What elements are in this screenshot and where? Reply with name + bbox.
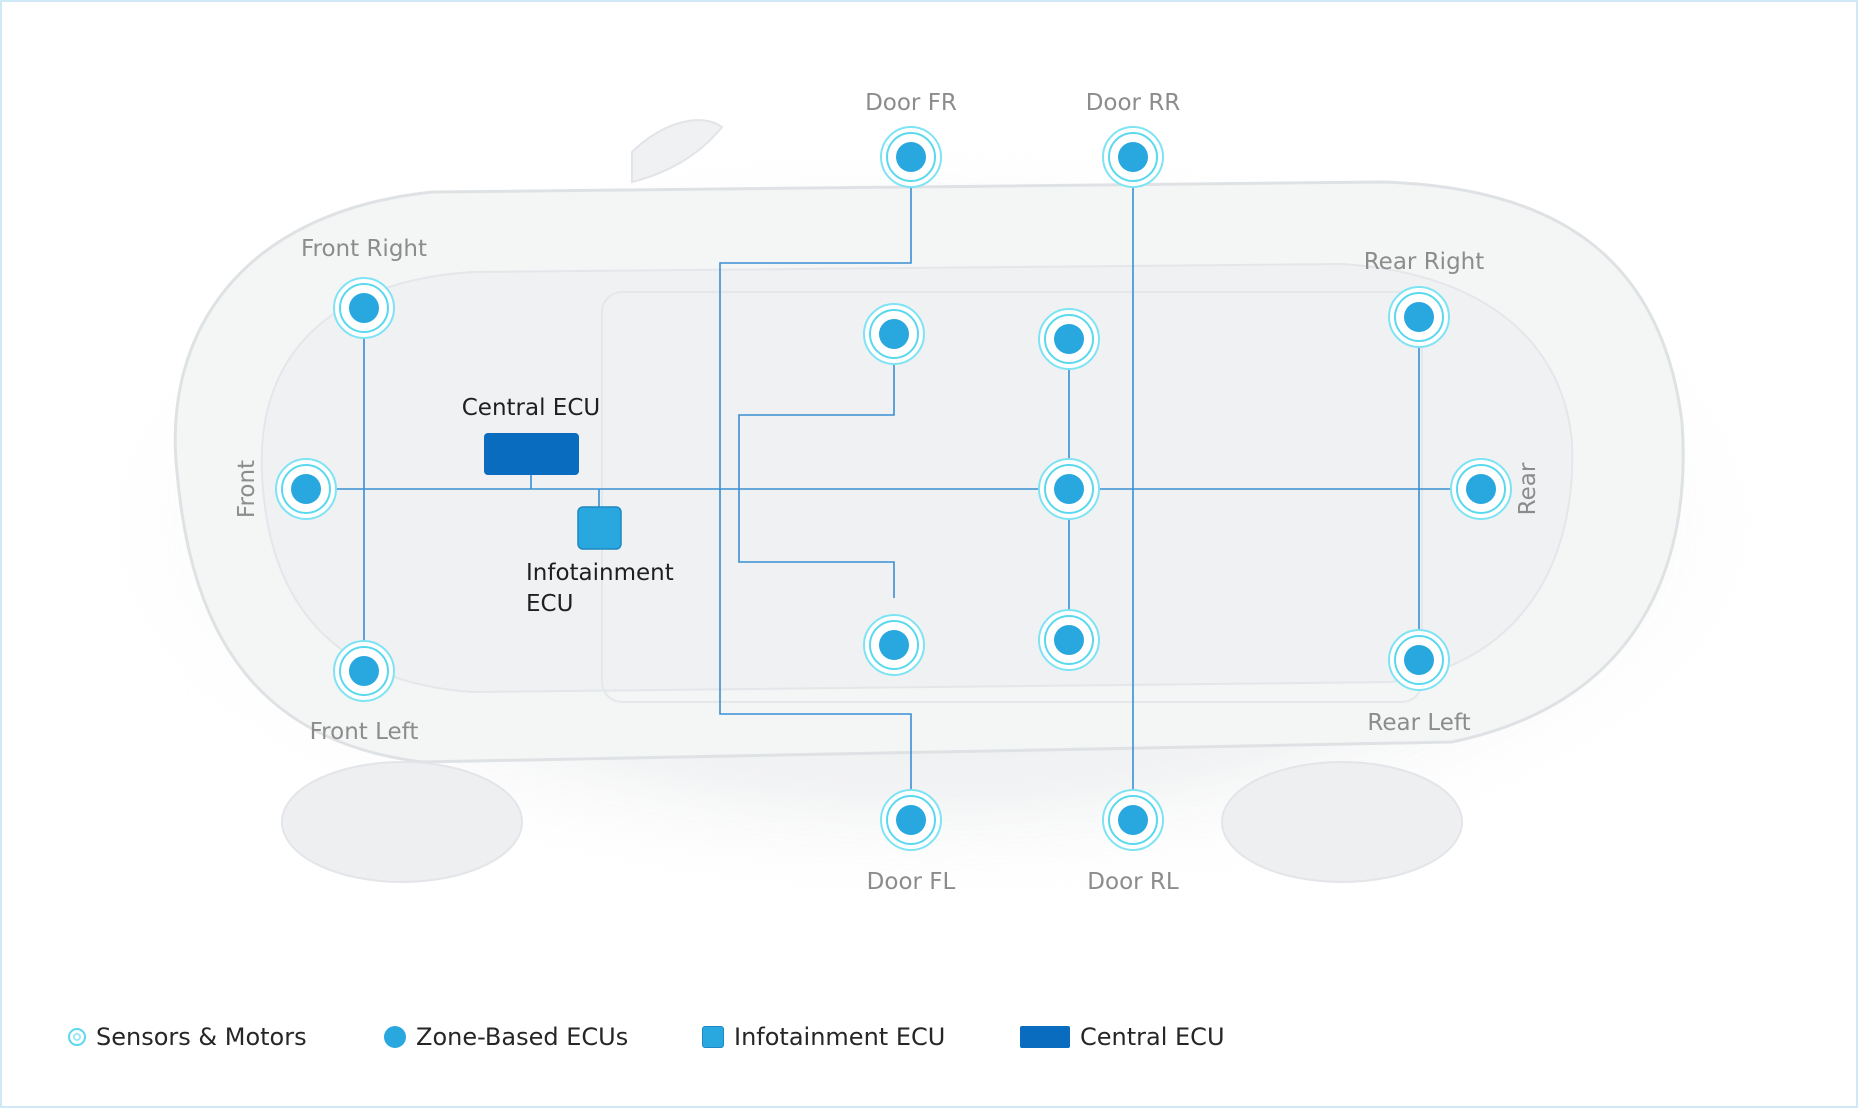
infotainment-ecu-label-line2: ECU xyxy=(526,591,573,617)
infotainment-square-icon xyxy=(702,1026,724,1048)
sensor-node-rear-right xyxy=(1388,286,1450,348)
front-left-label: Front Left xyxy=(310,719,419,745)
central-ecu-label: Central ECU xyxy=(462,395,600,421)
legend-infotainment-label: Infotainment ECU xyxy=(734,1023,946,1051)
central-ecu-block xyxy=(484,433,579,475)
sensor-node-center xyxy=(1038,458,1100,520)
sensor-node-mid-lower-left xyxy=(863,614,925,676)
central-ecu-bar-icon xyxy=(1020,1026,1070,1048)
legend-item-infotainment: Infotainment ECU xyxy=(702,1023,1020,1051)
sensor-node-door-rl xyxy=(1102,789,1164,851)
front-orientation-label: Front xyxy=(234,460,260,518)
sensor-node-door-fl xyxy=(880,789,942,851)
legend-item-sensors: Sensors & Motors xyxy=(68,1023,384,1051)
sensor-node-door-rr xyxy=(1102,126,1164,188)
door-rr-label: Door RR xyxy=(1086,90,1181,116)
rear-orientation-label: Rear xyxy=(1515,462,1541,515)
sensor-node-mid-lower-right xyxy=(1038,609,1100,671)
sensor-ring-icon xyxy=(68,1028,86,1046)
infotainment-ecu-block xyxy=(577,506,622,550)
legend-zone-ecus-label: Zone-Based ECUs xyxy=(416,1023,629,1051)
sensor-node-rear-left xyxy=(1388,629,1450,691)
sensor-node-front-right xyxy=(333,277,395,339)
legend-item-central: Central ECU xyxy=(1020,1023,1225,1051)
infotainment-ecu-label-line1: Infotainment xyxy=(526,560,674,586)
door-fr-label: Door FR xyxy=(865,90,957,116)
vehicle-network-diagram: Central ECU Infotainment ECU Front Right… xyxy=(72,90,1792,912)
legend: Sensors & Motors Zone-Based ECUs Infotai… xyxy=(68,1023,1225,1051)
sensor-node-mid-upper-left xyxy=(863,303,925,365)
sensor-node-rear xyxy=(1450,458,1512,520)
sensor-node-front xyxy=(275,458,337,520)
legend-sensors-label: Sensors & Motors xyxy=(96,1023,307,1051)
sensor-node-front-left xyxy=(333,640,395,702)
legend-item-zone-ecus: Zone-Based ECUs xyxy=(384,1023,702,1051)
diagram-frame: Central ECU Infotainment ECU Front Right… xyxy=(0,0,1858,1108)
sensor-node-door-fr xyxy=(880,126,942,188)
zone-ecu-dot-icon xyxy=(384,1026,406,1048)
sensor-node-mid-upper-right xyxy=(1038,308,1100,370)
door-fl-label: Door FL xyxy=(867,869,956,895)
rear-right-label: Rear Right xyxy=(1364,249,1485,275)
legend-central-label: Central ECU xyxy=(1080,1023,1225,1051)
rear-left-label: Rear Left xyxy=(1367,710,1470,736)
door-rl-label: Door RL xyxy=(1087,869,1179,895)
front-right-label: Front Right xyxy=(301,236,427,262)
